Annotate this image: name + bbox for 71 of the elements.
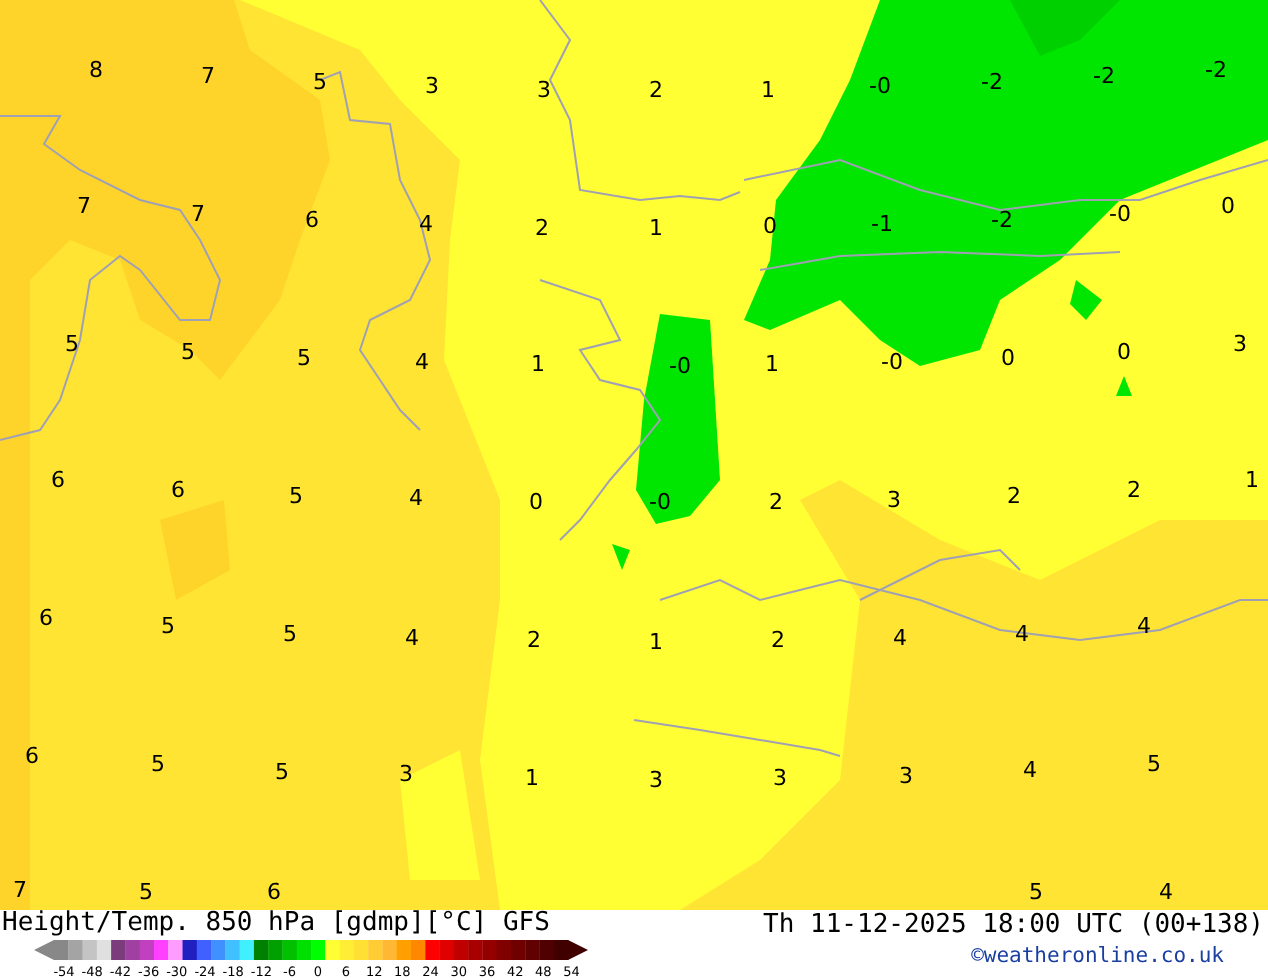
temperature-label: -0 bbox=[669, 355, 691, 377]
temperature-label: 3 bbox=[1233, 333, 1247, 355]
temperature-label: 3 bbox=[649, 769, 663, 791]
temperature-label: 2 bbox=[535, 217, 549, 239]
temperature-label: 4 bbox=[409, 487, 423, 509]
temperature-label: 2 bbox=[769, 491, 783, 513]
temperature-label: 3 bbox=[537, 79, 551, 101]
temperature-label: 6 bbox=[25, 745, 39, 767]
temperature-label: 3 bbox=[399, 763, 413, 785]
temperature-label: 4 bbox=[405, 627, 419, 649]
temperature-label: 7 bbox=[13, 879, 27, 901]
temperature-label: 5 bbox=[283, 623, 297, 645]
temperature-label: 7 bbox=[77, 195, 91, 217]
temperature-label: 0 bbox=[529, 491, 543, 513]
temperature-label: 2 bbox=[527, 629, 541, 651]
temperature-label: -0 bbox=[869, 75, 891, 97]
temperature-label: 6 bbox=[39, 607, 53, 629]
temperature-label: 0 bbox=[1001, 347, 1015, 369]
temperature-label: -2 bbox=[991, 209, 1013, 231]
temperature-label: 1 bbox=[531, 353, 545, 375]
temperature-label: 3 bbox=[773, 767, 787, 789]
credit-link[interactable]: ©weatheronline.co.uk bbox=[971, 942, 1224, 970]
temperature-label: 2 bbox=[649, 79, 663, 101]
temperature-label: 4 bbox=[1015, 623, 1029, 645]
temperature-label: 5 bbox=[161, 615, 175, 637]
temperature-label: 5 bbox=[139, 881, 153, 903]
temperature-label: -0 bbox=[649, 491, 671, 513]
temperature-label: 2 bbox=[1007, 485, 1021, 507]
forecast-timestamp: Th 11-12-2025 18:00 UTC (00+138) bbox=[763, 910, 1264, 942]
temperature-label: 4 bbox=[415, 351, 429, 373]
temperature-label: 6 bbox=[305, 209, 319, 231]
temperature-label: 1 bbox=[761, 79, 775, 101]
temperature-label: 6 bbox=[267, 881, 281, 903]
temperature-label: 5 bbox=[181, 341, 195, 363]
temperature-label: -2 bbox=[981, 71, 1003, 93]
temperature-label: 5 bbox=[313, 71, 327, 93]
temperature-label: 1 bbox=[765, 353, 779, 375]
temperature-label: 4 bbox=[1159, 881, 1173, 903]
temperature-label: -0 bbox=[881, 351, 903, 373]
temperature-label: 7 bbox=[191, 203, 205, 225]
temperature-label: 4 bbox=[893, 627, 907, 649]
temperature-label: 6 bbox=[171, 479, 185, 501]
temperature-label: 1 bbox=[649, 217, 663, 239]
temperature-label: -0 bbox=[1109, 203, 1131, 225]
temperature-label: 1 bbox=[1245, 469, 1259, 491]
temperature-label: 8 bbox=[89, 59, 103, 81]
temperature-label: 4 bbox=[1137, 615, 1151, 637]
temperature-label: -2 bbox=[1093, 65, 1115, 87]
temperature-label: 1 bbox=[525, 767, 539, 789]
temperature-label: 5 bbox=[289, 485, 303, 507]
temperature-label: 7 bbox=[201, 65, 215, 87]
chart-title: Height/Temp. 850 hPa [gdmp][°C] GFS bbox=[0, 910, 552, 938]
temperature-label: 1 bbox=[649, 631, 663, 653]
temperature-label: 5 bbox=[1029, 881, 1043, 903]
temperature-label: 5 bbox=[65, 333, 79, 355]
temperature-label: 5 bbox=[1147, 753, 1161, 775]
temperature-label: 5 bbox=[297, 347, 311, 369]
temperature-label: 4 bbox=[1023, 759, 1037, 781]
temperature-label: 2 bbox=[771, 629, 785, 651]
temperature-label: 3 bbox=[899, 765, 913, 787]
temperature-label: 2 bbox=[1127, 479, 1141, 501]
temperature-label: 5 bbox=[151, 753, 165, 775]
temperature-label: 3 bbox=[425, 75, 439, 97]
temperature-label: 0 bbox=[1221, 195, 1235, 217]
temperature-label: 5 bbox=[275, 761, 289, 783]
temperature-label: 3 bbox=[887, 489, 901, 511]
temperature-label: -1 bbox=[871, 213, 893, 235]
temperature-label: 4 bbox=[419, 213, 433, 235]
temperature-label: 0 bbox=[1117, 341, 1131, 363]
temperature-label: 6 bbox=[51, 469, 65, 491]
temperature-label: -2 bbox=[1205, 59, 1227, 81]
